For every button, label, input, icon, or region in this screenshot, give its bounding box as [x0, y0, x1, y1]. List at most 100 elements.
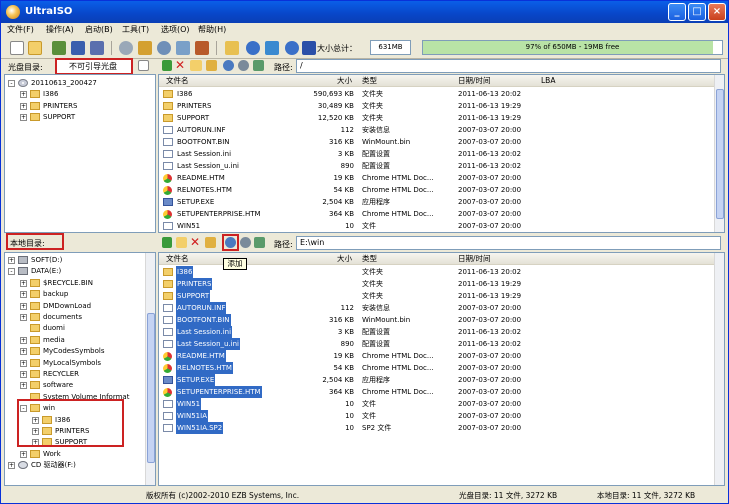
table-row[interactable]: SETUP.EXE 2,504 KB 应用程序 2007-03-07 20:00 [159, 374, 713, 386]
menu-tools[interactable]: 工具(T) [122, 24, 149, 35]
table-row[interactable]: README.HTM 19 KB Chrome HTML Doc... 2007-03… [159, 350, 713, 362]
tree-item[interactable]: + MyCodesSymbols [5, 345, 143, 357]
expand-icon[interactable]: + [8, 257, 15, 264]
local-list-scrollbar[interactable] [714, 253, 724, 485]
local-new-folder-icon[interactable] [176, 237, 187, 248]
table-row[interactable]: SETUPENTERPRISE.HTM 364 KB Chrome HTML Doc… [159, 208, 713, 220]
expand-icon[interactable]: + [20, 371, 27, 378]
expand-icon[interactable]: + [20, 302, 27, 310]
disc-list-scrollbar[interactable] [714, 75, 724, 232]
expand-icon[interactable]: + [8, 462, 15, 470]
table-row[interactable]: Last Session_u.ini 890 配置设置 2011-06-13 20:0… [159, 338, 713, 350]
menu-options[interactable]: 选项(O) [161, 24, 190, 35]
table-row[interactable]: AUTORUN.INF 112 安装信息 2007-03-07 20:00 [159, 124, 713, 136]
menu-bootable[interactable]: 启动(B) [85, 24, 113, 35]
tree-item[interactable]: - 20110613_200427 [5, 77, 143, 89]
table-row[interactable]: RELNOTES.HTM 54 KB Chrome HTML Doc... 2007-… [159, 362, 713, 374]
table-row[interactable]: BOOTFONT.BIN 316 KB WinMount.bin 2007-03-07… [159, 314, 713, 326]
help-icon[interactable] [285, 41, 299, 55]
save-icon[interactable] [71, 41, 85, 55]
table-row[interactable]: RELNOTES.HTM 54 KB Chrome HTML Doc... 2007-… [159, 184, 713, 196]
download-icon[interactable] [265, 41, 279, 55]
local-tree-scrollbar[interactable] [145, 253, 155, 485]
tree-item[interactable]: + Work [5, 448, 143, 460]
make-cd-image-icon[interactable] [119, 41, 133, 55]
scroll-thumb[interactable] [147, 313, 155, 463]
tree-item[interactable]: + PRINTERS [5, 100, 143, 112]
expand-icon[interactable]: + [20, 336, 27, 344]
table-row[interactable]: Last Session_u.ini 890 配置设置 2011-06-13 20:0… [159, 160, 713, 172]
expand-icon[interactable]: + [20, 291, 27, 299]
tree-item[interactable]: + software [5, 379, 143, 391]
col-size[interactable]: 大小 [337, 253, 352, 265]
new-folder-icon[interactable] [190, 60, 202, 71]
table-row[interactable]: SUPPORT 12,520 KB 文件夹 2011-06-13 19:29 [159, 112, 713, 124]
tree-item[interactable]: duomi [5, 322, 143, 334]
col-type[interactable]: 类型 [362, 75, 377, 87]
col-name[interactable]: 文件名 [166, 75, 189, 87]
expand-icon[interactable]: + [20, 348, 27, 356]
view-icon[interactable] [253, 60, 264, 71]
expand-icon[interactable]: + [20, 279, 27, 287]
new-icon[interactable] [10, 41, 24, 55]
table-row[interactable]: WIN51IA.SP2 10 SP2 文件 2007-03-07 20:00 [159, 422, 713, 434]
col-name[interactable]: 文件名 [166, 253, 189, 265]
tree-item[interactable]: + SOFT(D:) [5, 254, 143, 266]
table-row[interactable]: BOOTFONT.BIN 316 KB WinMount.bin 2007-03-07… [159, 136, 713, 148]
settings-gear-icon[interactable] [238, 60, 249, 71]
compress-icon[interactable] [138, 41, 152, 55]
virtual-drive-icon[interactable] [195, 41, 209, 55]
tree-item[interactable]: - DATA(E:) [5, 265, 143, 277]
table-row[interactable]: PRINTERS 文件夹 2011-06-13 19:29 [159, 278, 713, 290]
info-icon[interactable] [246, 41, 260, 55]
expand-icon[interactable]: + [20, 114, 27, 122]
table-row[interactable]: SUPPORT 文件夹 2011-06-13 19:29 [159, 290, 713, 302]
menu-file[interactable]: 文件(F) [7, 24, 34, 35]
delete-icon[interactable]: ✕ [175, 58, 185, 72]
tree-item[interactable]: + documents [5, 311, 143, 323]
open-icon[interactable] [28, 41, 42, 55]
tree-item[interactable]: + I386 [5, 88, 143, 100]
save-as-icon[interactable] [90, 41, 104, 55]
expand-icon[interactable]: + [20, 314, 27, 321]
collapse-icon[interactable]: - [8, 80, 15, 87]
collapse-icon[interactable]: - [8, 268, 15, 276]
tree-item[interactable]: + media [5, 334, 143, 346]
local-up-icon[interactable] [162, 237, 172, 248]
extract-icon[interactable] [223, 60, 234, 71]
disc-path-field[interactable]: / [296, 59, 721, 73]
minimize-button[interactable]: _ [668, 3, 686, 21]
up-icon[interactable] [162, 60, 172, 71]
properties-icon[interactable] [225, 41, 239, 55]
exit-icon[interactable] [302, 41, 316, 55]
maximize-button[interactable]: □ [688, 3, 706, 21]
local-delete-icon[interactable]: ✕ [190, 235, 200, 249]
expand-icon[interactable]: + [20, 102, 27, 110]
scroll-thumb[interactable] [716, 89, 724, 219]
col-size[interactable]: 大小 [337, 75, 352, 87]
col-type[interactable]: 类型 [362, 253, 377, 265]
close-button[interactable]: × [708, 3, 726, 21]
local-settings-gear-icon[interactable] [240, 237, 251, 248]
table-row[interactable]: SETUPENTERPRISE.HTM 364 KB Chrome HTML Doc… [159, 386, 713, 398]
table-row[interactable]: PRINTERS 30,489 KB 文件夹 2011-06-13 19:29 [159, 100, 713, 112]
boot-file-icon[interactable] [138, 60, 149, 71]
expand-icon[interactable]: + [20, 382, 27, 390]
table-row[interactable]: Last Session.ini 3 KB 配置设置 2011-06-13 20:02 [159, 148, 713, 160]
rename-icon[interactable] [206, 60, 217, 71]
open-cd-icon[interactable] [52, 41, 66, 55]
table-row[interactable]: SETUP.EXE 2,504 KB 应用程序 2007-03-07 20:00 [159, 196, 713, 208]
expand-icon[interactable]: + [20, 91, 27, 99]
expand-icon[interactable]: + [20, 359, 27, 367]
title-bar[interactable]: UltraISO _ □ × [1, 1, 728, 23]
mount-icon[interactable] [157, 41, 171, 55]
burn-icon[interactable] [176, 41, 190, 55]
table-row[interactable]: README.HTM 19 KB Chrome HTML Doc... 2007-03… [159, 172, 713, 184]
tree-item[interactable]: + RECYCLER [5, 368, 143, 380]
table-row[interactable]: Last Session.ini 3 KB 配置设置 2011-06-13 20:02 [159, 326, 713, 338]
table-row[interactable]: WIN51 10 文件 2007-03-07 20:00 [159, 220, 713, 232]
tree-item[interactable]: + backup [5, 288, 143, 300]
col-date[interactable]: 日期/时间 [458, 75, 491, 87]
tree-item[interactable]: + CD 驱动器(F:) [5, 459, 143, 471]
tree-item[interactable]: + $RECYCLE.BIN [5, 277, 143, 289]
